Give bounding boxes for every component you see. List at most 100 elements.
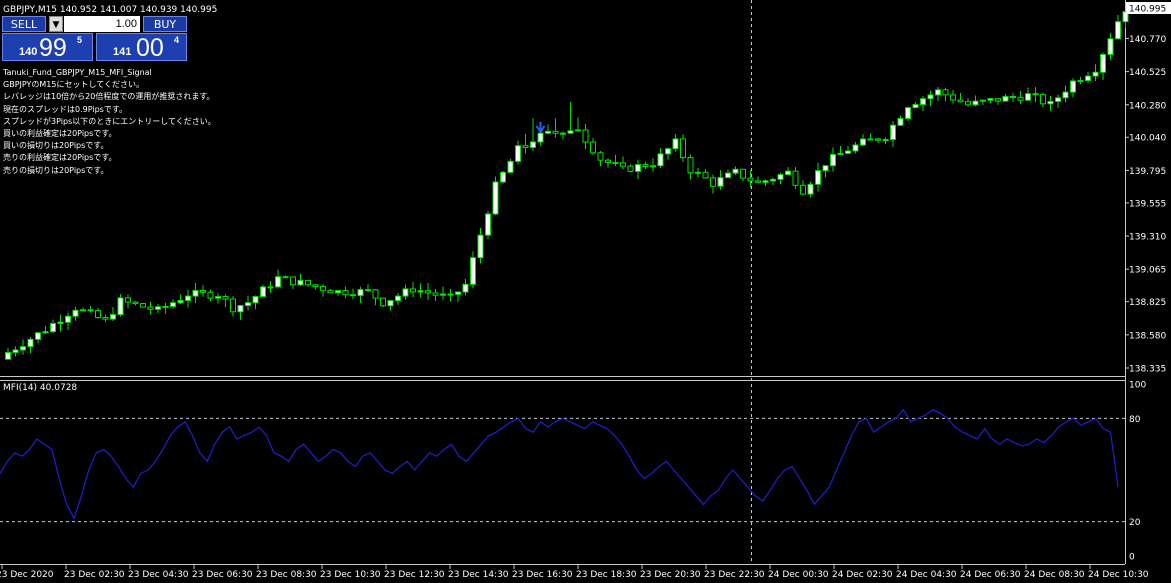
candle-body <box>582 129 589 143</box>
mfi-tick-label: 0 <box>1129 553 1135 563</box>
time-tick-label: 24 Dec 08:30 <box>1024 570 1085 580</box>
candle-body <box>1025 93 1031 101</box>
candle-body <box>200 289 206 293</box>
candle-body <box>252 296 259 304</box>
time-tick-label: 24 Dec 06:30 <box>960 570 1021 580</box>
candle-body <box>245 302 251 307</box>
candle-body <box>852 144 859 152</box>
candle-body <box>792 170 799 186</box>
candle-body <box>192 289 199 297</box>
candle-body <box>665 148 671 155</box>
candle-body <box>522 145 529 148</box>
candle-body <box>717 177 724 187</box>
candle-body <box>297 279 304 286</box>
candle-body <box>267 286 274 289</box>
time-tick-label: 23 Dec 10:30 <box>320 570 381 580</box>
candle-body <box>800 184 806 195</box>
candle-body <box>1032 93 1039 96</box>
candle-body <box>477 234 484 259</box>
ask-price-button[interactable]: 141 00 4 <box>96 33 187 62</box>
candle-body <box>485 213 491 236</box>
candle-body <box>20 346 26 351</box>
mfi-tick-label: 20 <box>1129 518 1141 528</box>
candle-body <box>552 130 559 134</box>
candle-body <box>1055 97 1061 102</box>
time-tick-label: 23 Dec 20:30 <box>640 570 701 580</box>
current-price-label: 140.995 <box>1129 5 1166 15</box>
bid-price-pips: 99 <box>39 34 67 62</box>
candle-body <box>432 292 439 296</box>
candle-body <box>132 301 139 305</box>
ask-price-fraction: 4 <box>174 35 180 45</box>
candle-body <box>492 181 499 215</box>
price-tick-label: 140.525 <box>1129 68 1166 78</box>
ea-comment-line: 買いの利益確定は20Pipsです。 <box>3 129 117 139</box>
candle-body <box>995 98 1001 102</box>
candle-body <box>605 159 611 164</box>
candle-body <box>342 290 349 296</box>
candle-body <box>12 349 19 354</box>
candle-body <box>882 138 889 141</box>
buy-button[interactable]: BUY <box>143 16 187 32</box>
candle-body <box>1002 96 1009 102</box>
candle-body <box>980 99 986 102</box>
candle-body <box>185 295 191 301</box>
ea-comment-line: 売りの利益確定は20Pipsです。 <box>3 153 117 163</box>
candle-body <box>350 294 356 297</box>
candle-body <box>5 352 11 360</box>
candle-body <box>777 174 784 180</box>
candle-body <box>890 124 896 140</box>
candle-body <box>957 99 964 103</box>
candle-body <box>215 296 221 299</box>
time-tick-label: 24 Dec 10:30 <box>1088 570 1149 580</box>
candle-body <box>72 309 79 317</box>
ea-comment-line: 売りの損切りは20Pipsです。 <box>3 165 109 175</box>
price-tick-label: 139.795 <box>1129 167 1166 177</box>
candle-body <box>590 141 596 154</box>
candle-body <box>1107 38 1114 55</box>
candle-body <box>1077 80 1084 83</box>
candle-body <box>710 177 716 187</box>
lot-size-input[interactable]: 1.00 <box>64 16 140 32</box>
bid-price-prefix: 140 <box>19 46 38 58</box>
candle-body <box>987 98 994 101</box>
ask-price-pips: 00 <box>136 34 164 62</box>
ask-price-prefix: 141 <box>113 46 132 58</box>
time-tick-label: 24 Dec 02:30 <box>832 570 893 580</box>
bid-price-button[interactable]: 140 99 5 <box>2 33 93 62</box>
candle-body <box>567 130 574 134</box>
ea-comment-line: GBPJPYのM15にセットしてください。 <box>3 80 145 90</box>
candle-body <box>972 100 979 106</box>
lot-stepper-arrow-icon[interactable]: ▼ <box>49 16 63 32</box>
sell-button[interactable]: SELL <box>2 16 46 32</box>
candle-body <box>927 94 934 100</box>
candle-body <box>860 138 866 146</box>
candle-body <box>905 107 911 119</box>
candle-body <box>515 145 521 162</box>
candle-body <box>897 117 904 126</box>
candle-body <box>740 168 746 179</box>
price-tick-label: 138.335 <box>1129 365 1166 375</box>
candle-body <box>1100 53 1106 73</box>
candle-body <box>417 290 424 293</box>
candle-body <box>627 165 634 172</box>
price-tick-label: 140.040 <box>1129 134 1166 144</box>
candle-body <box>650 165 656 168</box>
price-tick-label: 139.310 <box>1129 233 1166 243</box>
candle-body <box>380 297 386 307</box>
ea-comment-line: レバレッジは10倍から20倍程度での運用が推奨されます。 <box>3 92 215 102</box>
candle-body <box>387 300 394 307</box>
candle-body <box>117 297 124 316</box>
candle-body <box>507 160 514 173</box>
candle-body <box>290 276 296 286</box>
candle-body <box>1040 94 1046 105</box>
price-tick-label: 139.065 <box>1129 266 1166 276</box>
candle-body <box>815 170 821 185</box>
candle-body <box>830 153 836 167</box>
candle-body <box>687 157 694 174</box>
candle-body <box>867 138 874 141</box>
candle-body <box>912 104 919 109</box>
candle-body <box>747 177 754 182</box>
candle-body <box>312 284 319 288</box>
candle-body <box>425 290 431 294</box>
